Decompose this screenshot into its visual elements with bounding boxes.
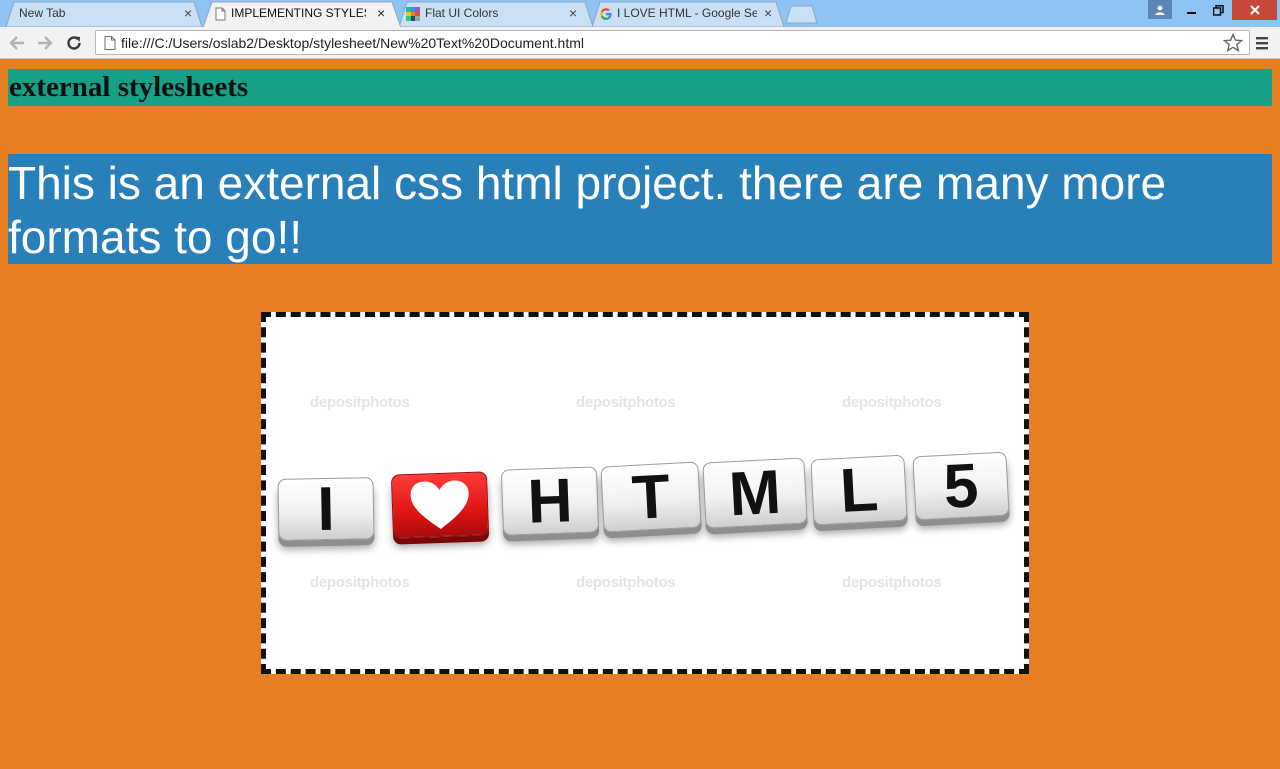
tab-title: IMPLEMENTING STYLESHE <box>231 6 366 20</box>
watermark-text: depositphotos <box>842 394 942 411</box>
watermark-text: depositphotos <box>576 574 676 591</box>
watermark-text: depositphotos <box>842 574 942 591</box>
tab-flat-ui-colors[interactable]: Flat UI Colors × <box>397 1 595 27</box>
restore-button[interactable] <box>1205 0 1231 20</box>
i-love-html5-image: depositphotos depositphotos depositphoto… <box>261 312 1029 674</box>
window-close-button[interactable] <box>1232 0 1277 20</box>
tab-new-tab[interactable]: New Tab × <box>4 1 204 27</box>
tab-close-icon[interactable]: × <box>569 5 577 21</box>
back-button[interactable] <box>7 33 27 53</box>
tab-close-icon[interactable]: × <box>184 5 192 21</box>
watermark-text: depositphotos <box>310 394 410 411</box>
tab-implementing-stylesheets[interactable]: IMPLEMENTING STYLESHE × <box>202 1 402 28</box>
minimize-button[interactable] <box>1180 0 1204 20</box>
google-icon <box>600 8 612 20</box>
page-heading: external stylesheets <box>8 69 1272 106</box>
watermark-text: depositphotos <box>576 394 676 411</box>
reload-icon <box>67 36 81 50</box>
user-profile-icon[interactable] <box>1148 0 1172 19</box>
address-bar[interactable]: file:///C:/Users/oslab2/Desktop/styleshe… <box>95 30 1250 55</box>
flat-ui-icon <box>406 7 420 21</box>
menu-icon[interactable] <box>1254 35 1270 51</box>
page-paragraph: This is an external css html project. th… <box>8 154 1272 264</box>
reload-button[interactable] <box>64 33 84 53</box>
browser-titlebar: New Tab × I LOVE HTML - Google Se × Flat… <box>0 0 1280 28</box>
tab-title: I LOVE HTML - Google Se <box>617 6 757 20</box>
cube-letter-t: T <box>600 461 702 533</box>
watermark-text: depositphotos <box>310 574 410 591</box>
heart-icon <box>410 480 469 529</box>
cube-letter-i: I <box>277 474 375 544</box>
tab-title: New Tab <box>19 6 66 20</box>
page-icon <box>215 7 226 21</box>
browser-toolbar: file:///C:/Users/oslab2/Desktop/styleshe… <box>0 27 1280 59</box>
page-viewport: external stylesheets This is an external… <box>0 60 1280 769</box>
cube-letter-5: 5 <box>912 451 1010 521</box>
heart-cube <box>390 471 490 539</box>
cube-letter-l: L <box>810 455 908 525</box>
forward-arrow-icon <box>38 36 53 50</box>
tab-close-icon[interactable]: × <box>764 5 772 21</box>
cube-letter-m: M <box>702 457 808 529</box>
cube-letter-h: H <box>500 466 600 536</box>
page-icon <box>104 36 116 50</box>
tab-title: Flat UI Colors <box>425 6 499 20</box>
tab-close-icon[interactable]: × <box>377 5 385 21</box>
back-arrow-icon <box>9 36 24 50</box>
new-tab-button[interactable] <box>785 5 819 24</box>
address-bar-url[interactable]: file:///C:/Users/oslab2/Desktop/styleshe… <box>121 35 584 51</box>
tab-google-search[interactable]: I LOVE HTML - Google Se × <box>590 1 786 27</box>
bookmark-star-icon[interactable] <box>1223 33 1243 53</box>
forward-button[interactable] <box>35 33 55 53</box>
